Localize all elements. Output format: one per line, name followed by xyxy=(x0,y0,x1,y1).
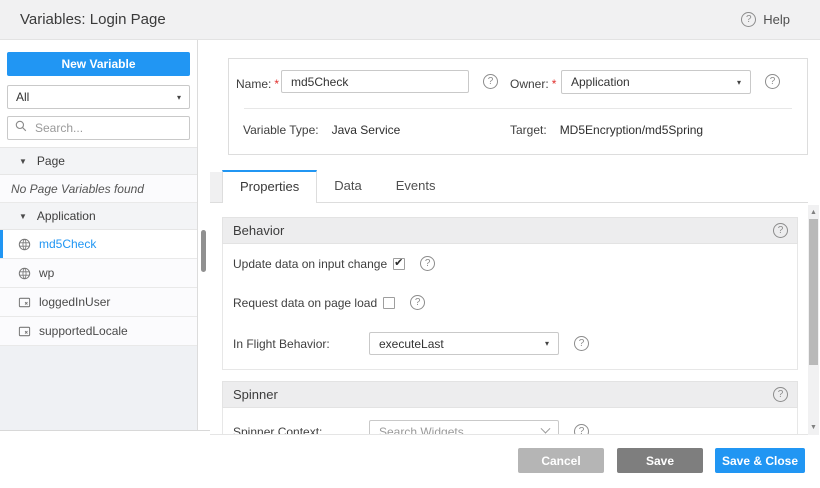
sidebar-controls: New Variable All xyxy=(0,40,197,147)
chevron-down-icon xyxy=(541,424,551,434)
save-and-close-button[interactable]: Save & Close xyxy=(715,448,805,473)
scroll-down-icon[interactable] xyxy=(808,424,819,431)
spinner-help-icon[interactable] xyxy=(773,387,788,402)
triangle-down-icon xyxy=(19,157,27,166)
owner-select[interactable]: Application xyxy=(561,70,751,94)
variables-dialog: Variables: Login Page Help New Variable … xyxy=(0,0,820,488)
tree-item-label: md5Check xyxy=(39,237,96,251)
update-data-label: Update data on input change xyxy=(233,257,387,271)
save-button[interactable]: Save xyxy=(617,448,703,473)
request-data-row: Request data on page load xyxy=(233,295,797,310)
left-pane: New Variable All Page No Page Varia xyxy=(0,40,210,431)
behavior-section-title: Behavior xyxy=(233,223,284,238)
in-flight-help-icon[interactable] xyxy=(574,336,589,351)
variable-type-field: Variable Type: Java Service xyxy=(243,123,400,137)
in-flight-select-value: executeLast xyxy=(379,337,444,351)
required-marker: * xyxy=(552,77,557,91)
help-button[interactable]: Help xyxy=(741,0,790,39)
request-data-checkbox[interactable] xyxy=(383,297,395,309)
properties-tab-content: Behavior Update data on input change Req… xyxy=(210,203,808,435)
java-service-icon xyxy=(18,267,31,280)
new-variable-button[interactable]: New Variable xyxy=(7,52,190,76)
tree-item-label: wp xyxy=(39,266,54,280)
variable-type-value: Java Service xyxy=(332,123,401,137)
static-variable-icon xyxy=(18,325,31,338)
dialog-header: Variables: Login Page Help xyxy=(0,0,820,40)
tree-group-application[interactable]: Application xyxy=(0,203,197,230)
tree-group-page-label: Page xyxy=(37,154,65,168)
page-title: Variables: Login Page xyxy=(20,0,166,39)
tree-item-loggedinuser[interactable]: loggedInUser xyxy=(0,288,197,317)
name-input[interactable] xyxy=(281,70,469,93)
in-flight-label: In Flight Behavior: xyxy=(233,337,369,351)
tree-item-wp[interactable]: wp xyxy=(0,259,197,288)
static-variable-icon xyxy=(18,296,31,309)
behavior-section: Behavior Update data on input change Req… xyxy=(222,217,798,370)
sidebar-scrollbar-thumb[interactable] xyxy=(201,230,206,272)
spinner-section: Spinner Spinner Context: Search Widgets xyxy=(222,381,798,435)
update-data-help-icon[interactable] xyxy=(420,256,435,271)
java-service-icon xyxy=(18,238,31,251)
update-data-row: Update data on input change xyxy=(233,256,797,271)
editor-tabbar: Properties Data Events xyxy=(210,171,808,203)
tree-item-supportedlocale[interactable]: supportedLocale xyxy=(0,317,197,346)
tree-item-label: loggedInUser xyxy=(39,295,110,309)
cancel-button[interactable]: Cancel xyxy=(518,448,604,473)
spinner-context-help-icon[interactable] xyxy=(574,424,589,435)
tree-group-application-label: Application xyxy=(37,209,96,223)
variable-summary-card: Name:* Owner:* Application Variable Type… xyxy=(228,58,808,155)
page-variables-empty-message: No Page Variables found xyxy=(0,175,197,203)
variable-filter-value: All xyxy=(16,90,29,104)
in-flight-select[interactable]: executeLast xyxy=(369,332,559,355)
behavior-help-icon[interactable] xyxy=(773,223,788,238)
in-flight-row: In Flight Behavior: executeLast xyxy=(233,332,797,355)
spinner-context-label: Spinner Context: xyxy=(233,425,369,436)
name-help-icon[interactable] xyxy=(483,74,498,89)
request-data-label: Request data on page load xyxy=(233,296,377,310)
content-scrollbar-thumb[interactable] xyxy=(809,219,818,365)
help-icon xyxy=(741,12,756,27)
request-data-help-icon[interactable] xyxy=(410,295,425,310)
card-divider xyxy=(244,108,792,109)
tab-events[interactable]: Events xyxy=(379,170,453,202)
sidebar-empty-area xyxy=(0,346,197,430)
spinner-context-placeholder: Search Widgets xyxy=(379,425,464,436)
scroll-up-icon[interactable] xyxy=(808,209,819,216)
spinner-context-row: Spinner Context: Search Widgets xyxy=(233,420,797,435)
caret-down-icon xyxy=(737,78,741,87)
variable-type-label: Variable Type: xyxy=(243,123,319,137)
triangle-down-icon xyxy=(19,212,27,221)
target-field: Target: MD5Encryption/md5Spring xyxy=(510,123,703,137)
spinner-section-header: Spinner xyxy=(222,381,798,408)
search-input[interactable] xyxy=(33,120,182,136)
tree-item-label: supportedLocale xyxy=(39,324,128,338)
target-label: Target: xyxy=(510,123,547,137)
caret-down-icon xyxy=(177,93,181,102)
tab-properties[interactable]: Properties xyxy=(222,170,317,203)
tree-item-md5check[interactable]: md5Check xyxy=(0,230,197,259)
behavior-section-header: Behavior xyxy=(222,217,798,244)
caret-down-icon xyxy=(545,339,549,348)
variable-filter-select[interactable]: All xyxy=(7,85,190,109)
behavior-section-body: Update data on input change Request data… xyxy=(222,244,798,370)
variables-sidebar: New Variable All Page No Page Varia xyxy=(0,40,198,430)
help-label: Help xyxy=(763,12,790,27)
required-marker: * xyxy=(274,77,279,91)
spinner-section-title: Spinner xyxy=(233,387,278,402)
tab-data[interactable]: Data xyxy=(317,170,378,202)
spinner-section-body: Spinner Context: Search Widgets xyxy=(222,408,798,435)
owner-label: Owner:* xyxy=(510,77,556,91)
name-label: Name:* xyxy=(236,77,279,91)
variable-editor-panel: Name:* Owner:* Application Variable Type… xyxy=(210,40,820,488)
update-data-checkbox[interactable] xyxy=(393,258,405,270)
tree-group-page[interactable]: Page xyxy=(0,148,197,175)
search-box xyxy=(7,116,190,140)
search-icon xyxy=(15,119,27,137)
owner-select-value: Application xyxy=(571,75,630,89)
variables-tree: Page No Page Variables found Application… xyxy=(0,147,197,346)
spinner-context-combobox[interactable]: Search Widgets xyxy=(369,420,559,435)
owner-help-icon[interactable] xyxy=(765,74,780,89)
target-value: MD5Encryption/md5Spring xyxy=(560,123,703,137)
content-scrollbar[interactable] xyxy=(808,205,819,435)
